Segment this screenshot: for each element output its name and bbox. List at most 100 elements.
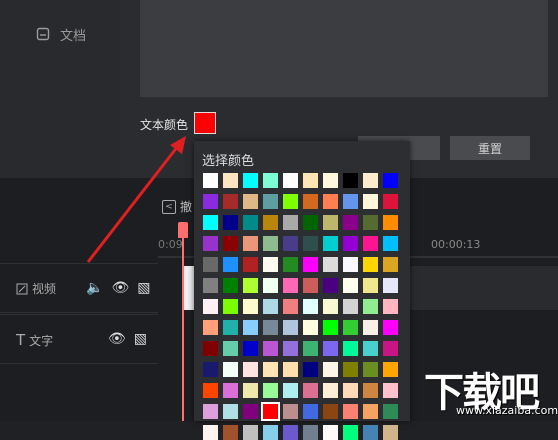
color-cell[interactable] bbox=[343, 194, 358, 209]
color-cell[interactable] bbox=[323, 236, 338, 251]
color-cell[interactable] bbox=[343, 236, 358, 251]
color-cell[interactable] bbox=[303, 215, 318, 230]
color-cell[interactable] bbox=[243, 362, 258, 377]
color-cell[interactable] bbox=[263, 341, 278, 356]
color-cell[interactable] bbox=[283, 320, 298, 335]
eye-icon[interactable]: 👁 bbox=[111, 280, 129, 296]
color-cell[interactable] bbox=[363, 278, 378, 293]
color-cell[interactable] bbox=[263, 362, 278, 377]
color-cell[interactable] bbox=[383, 320, 398, 335]
color-cell[interactable] bbox=[343, 320, 358, 335]
color-cell[interactable] bbox=[243, 320, 258, 335]
color-cell[interactable] bbox=[283, 425, 298, 440]
color-cell[interactable] bbox=[223, 236, 238, 251]
color-cell[interactable] bbox=[343, 404, 358, 419]
color-cell[interactable] bbox=[283, 173, 298, 188]
color-cell[interactable] bbox=[363, 194, 378, 209]
color-cell[interactable] bbox=[283, 194, 298, 209]
color-cell[interactable] bbox=[203, 425, 218, 440]
color-cell[interactable] bbox=[223, 425, 238, 440]
color-cell[interactable] bbox=[343, 362, 358, 377]
color-cell[interactable] bbox=[243, 404, 258, 419]
color-cell[interactable] bbox=[363, 362, 378, 377]
color-cell[interactable] bbox=[223, 278, 238, 293]
color-cell[interactable] bbox=[303, 362, 318, 377]
color-cell[interactable] bbox=[303, 425, 318, 440]
color-cell[interactable] bbox=[323, 257, 338, 272]
color-cell[interactable] bbox=[363, 425, 378, 440]
color-cell[interactable] bbox=[343, 341, 358, 356]
color-cell[interactable] bbox=[223, 173, 238, 188]
color-cell[interactable] bbox=[383, 299, 398, 314]
color-cell[interactable] bbox=[203, 404, 218, 419]
color-cell[interactable] bbox=[283, 215, 298, 230]
color-cell[interactable] bbox=[303, 257, 318, 272]
color-cell[interactable] bbox=[343, 173, 358, 188]
color-cell[interactable] bbox=[203, 362, 218, 377]
color-cell[interactable] bbox=[303, 236, 318, 251]
color-cell[interactable] bbox=[303, 278, 318, 293]
color-cell[interactable] bbox=[363, 404, 378, 419]
color-cell[interactable] bbox=[343, 383, 358, 398]
color-cell[interactable] bbox=[323, 215, 338, 230]
sidebar-item-document[interactable]: 文档 bbox=[36, 24, 116, 44]
color-cell[interactable] bbox=[243, 173, 258, 188]
color-cell[interactable] bbox=[383, 383, 398, 398]
color-cell[interactable] bbox=[363, 257, 378, 272]
color-cell[interactable] bbox=[203, 341, 218, 356]
color-cell[interactable] bbox=[283, 404, 298, 419]
color-cell[interactable] bbox=[383, 404, 398, 419]
color-cell[interactable] bbox=[383, 425, 398, 440]
color-cell[interactable] bbox=[383, 215, 398, 230]
color-cell[interactable] bbox=[263, 425, 278, 440]
color-cell[interactable] bbox=[363, 341, 378, 356]
color-cell[interactable] bbox=[203, 299, 218, 314]
color-cell[interactable] bbox=[261, 402, 280, 421]
text-color-swatch[interactable] bbox=[194, 112, 216, 134]
color-cell[interactable] bbox=[323, 383, 338, 398]
color-cell[interactable] bbox=[363, 299, 378, 314]
color-cell[interactable] bbox=[323, 362, 338, 377]
color-cell[interactable] bbox=[383, 173, 398, 188]
color-cell[interactable] bbox=[363, 383, 378, 398]
color-cell[interactable] bbox=[263, 383, 278, 398]
color-cell[interactable] bbox=[243, 257, 258, 272]
color-cell[interactable] bbox=[303, 299, 318, 314]
color-cell[interactable] bbox=[323, 278, 338, 293]
color-cell[interactable] bbox=[263, 320, 278, 335]
color-cell[interactable] bbox=[383, 278, 398, 293]
color-cell[interactable] bbox=[223, 320, 238, 335]
color-cell[interactable] bbox=[323, 173, 338, 188]
color-cell[interactable] bbox=[323, 404, 338, 419]
color-cell[interactable] bbox=[283, 341, 298, 356]
color-cell[interactable] bbox=[223, 362, 238, 377]
color-cell[interactable] bbox=[243, 383, 258, 398]
color-cell[interactable] bbox=[223, 299, 238, 314]
color-cell[interactable] bbox=[323, 341, 338, 356]
color-cell[interactable] bbox=[203, 215, 218, 230]
color-cell[interactable] bbox=[303, 341, 318, 356]
color-cell[interactable] bbox=[283, 278, 298, 293]
color-cell[interactable] bbox=[323, 299, 338, 314]
color-cell[interactable] bbox=[383, 236, 398, 251]
undo-label[interactable]: 撤 bbox=[180, 198, 192, 215]
color-cell[interactable] bbox=[223, 383, 238, 398]
color-cell[interactable] bbox=[263, 299, 278, 314]
color-cell[interactable] bbox=[363, 215, 378, 230]
color-cell[interactable] bbox=[303, 404, 318, 419]
color-cell[interactable] bbox=[303, 173, 318, 188]
playhead-handle[interactable] bbox=[178, 222, 188, 238]
color-cell[interactable] bbox=[223, 404, 238, 419]
color-cell[interactable] bbox=[323, 425, 338, 440]
eye-icon[interactable]: 👁 bbox=[108, 331, 126, 347]
color-cell[interactable] bbox=[283, 362, 298, 377]
color-cell[interactable] bbox=[383, 194, 398, 209]
color-cell[interactable] bbox=[203, 278, 218, 293]
color-cell[interactable] bbox=[283, 299, 298, 314]
color-cell[interactable] bbox=[203, 236, 218, 251]
color-cell[interactable] bbox=[263, 215, 278, 230]
color-cell[interactable] bbox=[243, 236, 258, 251]
color-cell[interactable] bbox=[203, 383, 218, 398]
color-cell[interactable] bbox=[203, 173, 218, 188]
color-cell[interactable] bbox=[303, 194, 318, 209]
